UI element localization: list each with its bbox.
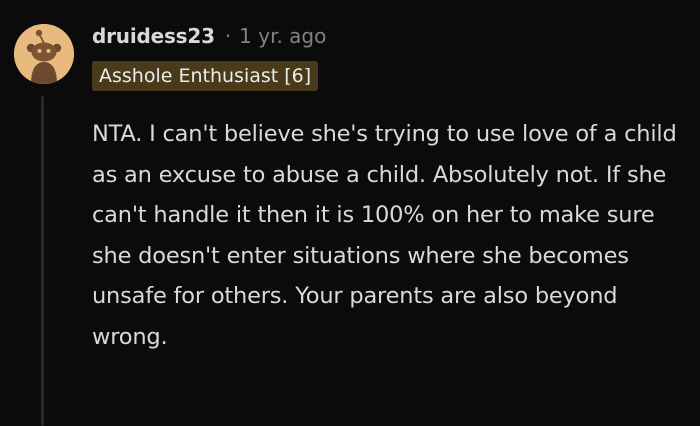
username-link[interactable]: druidess23 — [92, 24, 215, 48]
comment-body: NTA. I can't believe she's trying to use… — [92, 121, 677, 350]
comment: druidess23 · 1 yr. ago Asshole Enthusias… — [0, 0, 700, 426]
meta-separator: · — [224, 24, 232, 48]
snoo-avatar-icon — [14, 24, 74, 84]
user-avatar[interactable] — [14, 24, 74, 84]
comment-timestamp[interactable]: 1 yr. ago — [239, 24, 326, 48]
user-flair: Asshole Enthusiast [6] — [92, 61, 319, 91]
comment-header: druidess23 · 1 yr. ago — [92, 21, 326, 51]
thread-line[interactable] — [41, 96, 44, 426]
